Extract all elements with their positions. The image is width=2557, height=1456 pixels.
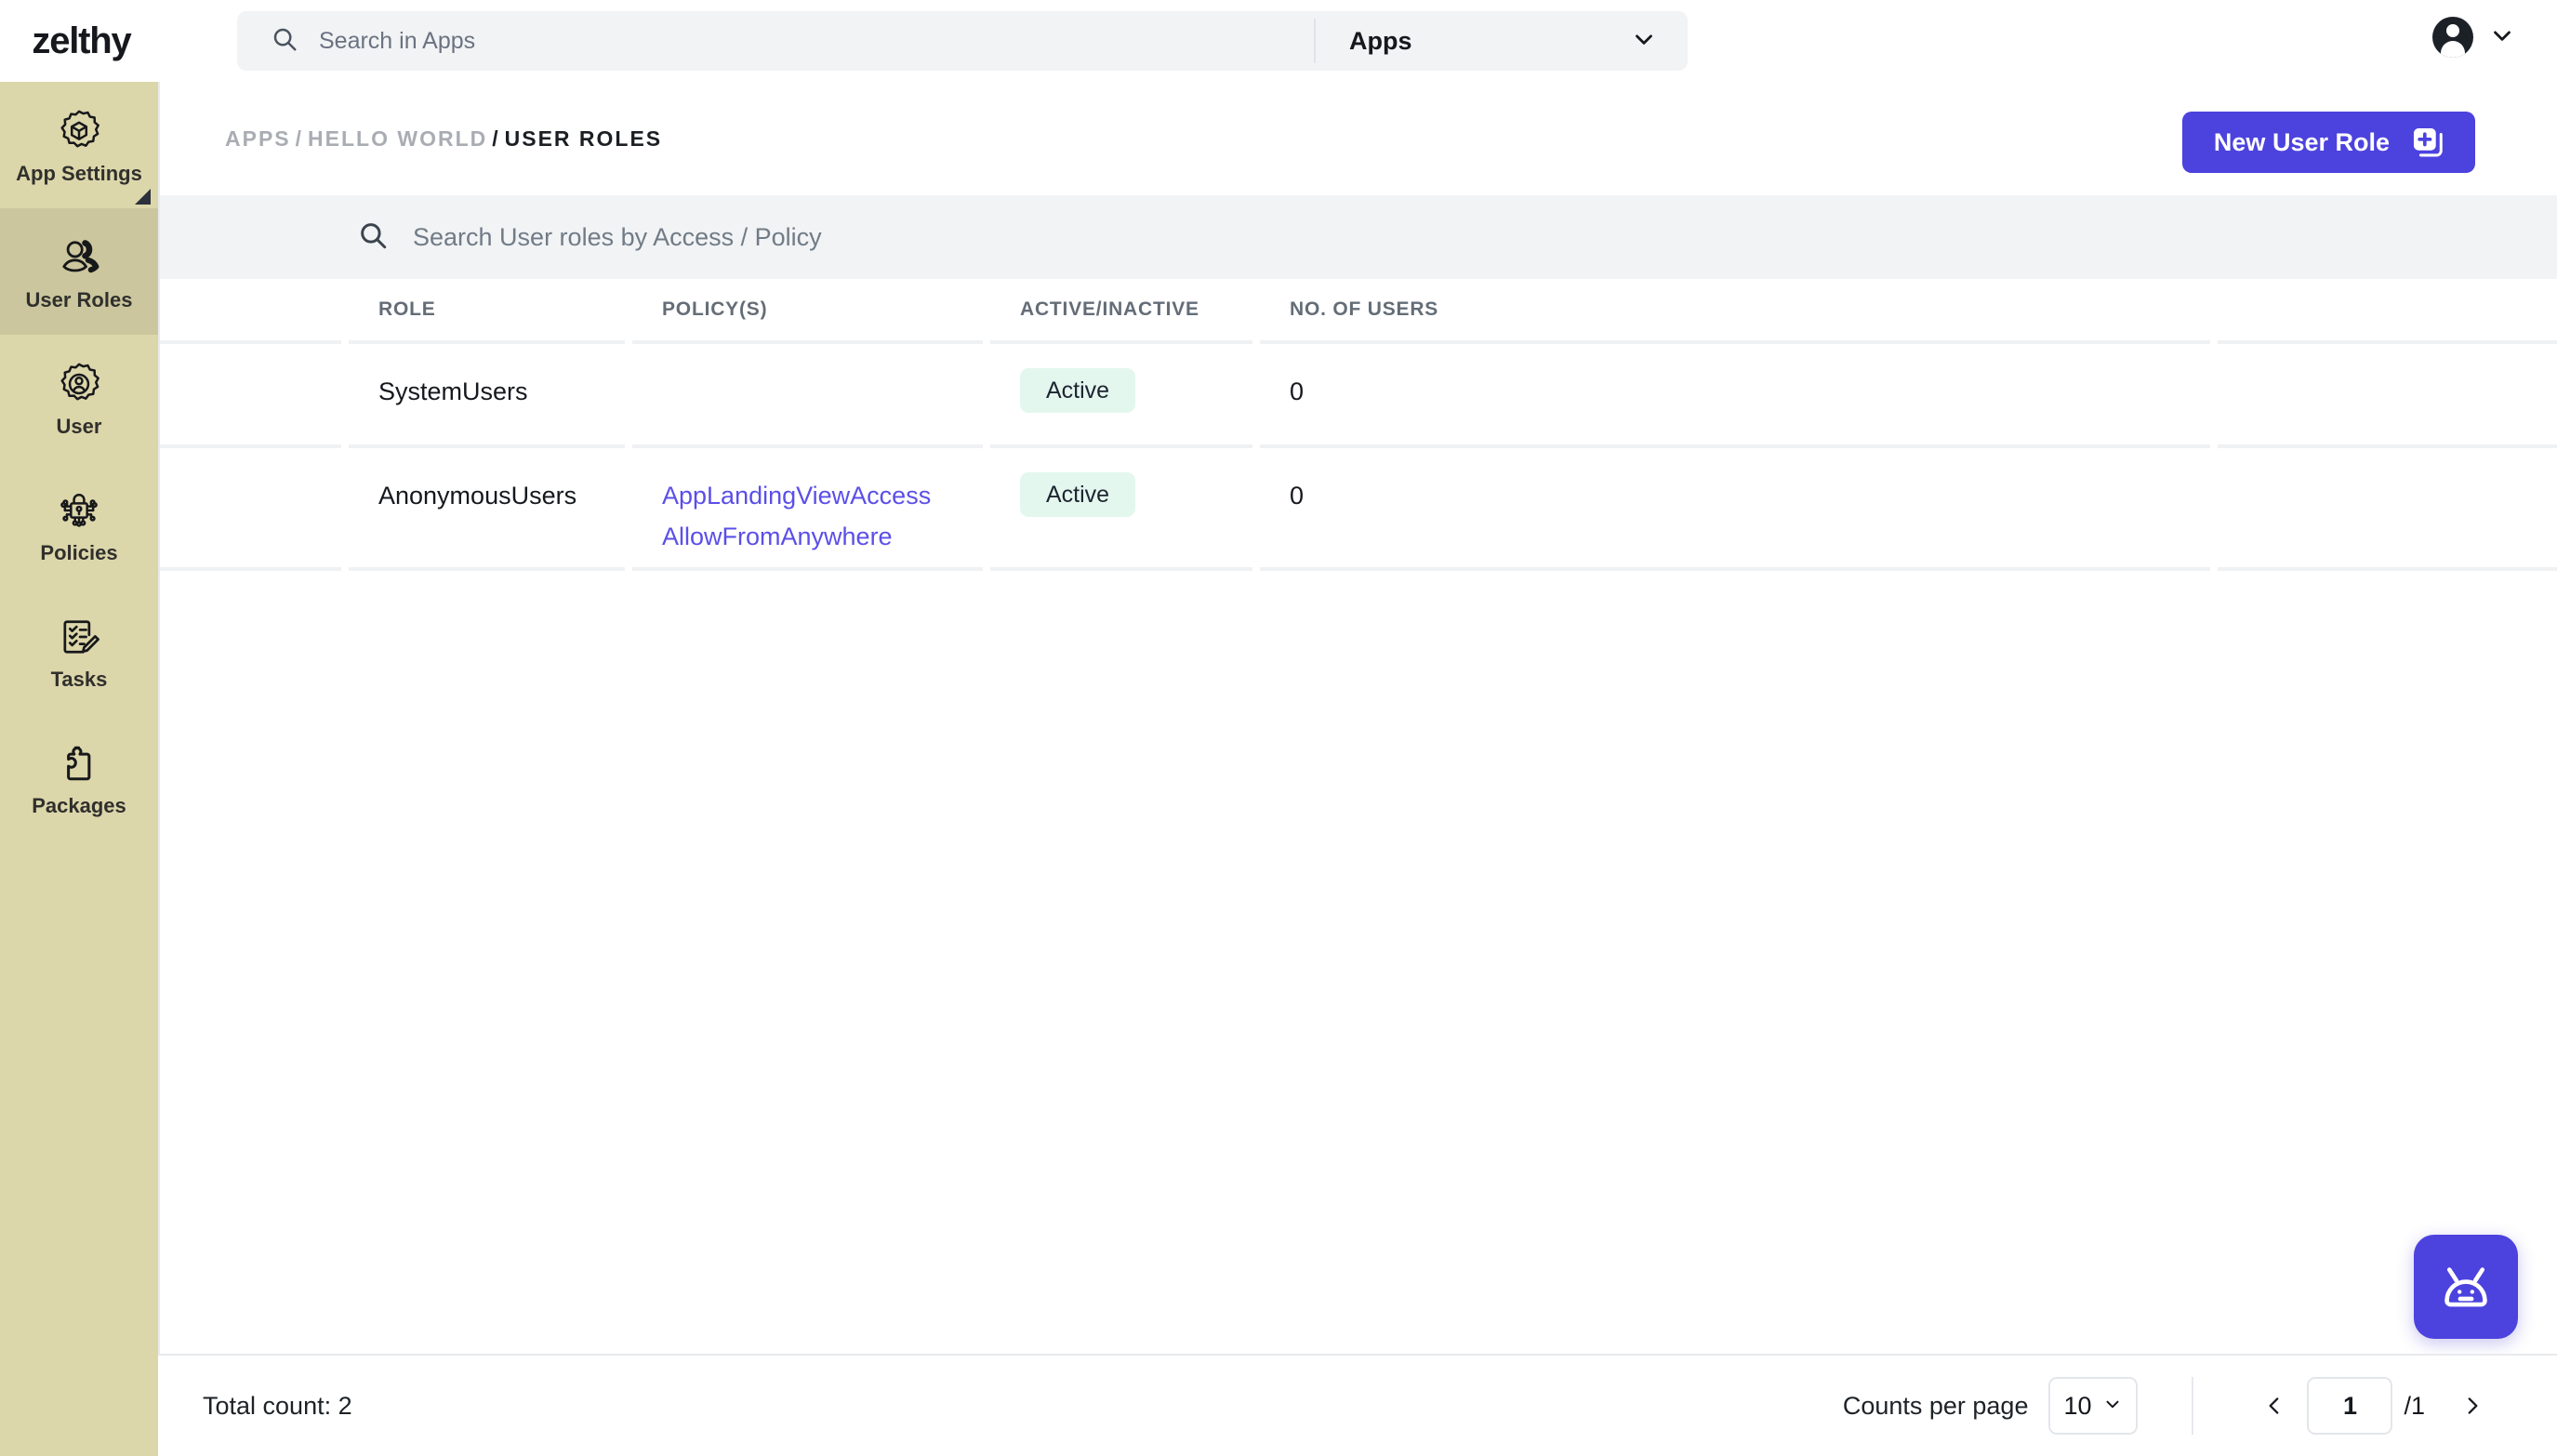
- chevron-down-icon: [2102, 1392, 2123, 1421]
- breadcrumb: APPS / HELLO WORLD / USER ROLES: [225, 126, 662, 152]
- robot-icon: [2444, 1267, 2487, 1307]
- total-pages-label: /1: [2404, 1391, 2425, 1420]
- sidebar-item-app-settings[interactable]: App Settings: [0, 82, 158, 208]
- sidebar-item-label: App Settings: [16, 161, 142, 185]
- sidebar-item-tasks[interactable]: Tasks: [0, 588, 158, 714]
- sidebar-item-packages[interactable]: Packages: [0, 714, 158, 841]
- sidebar-item-user-roles[interactable]: User Roles: [0, 208, 158, 335]
- counts-per-page-label: Counts per page: [1842, 1391, 2029, 1420]
- sidebar-item-label: User: [56, 414, 102, 438]
- top-bar: zelthy Apps: [0, 0, 2557, 82]
- search-icon: [357, 219, 389, 256]
- puzzle-piece-icon: [67, 746, 91, 780]
- gear-cube-icon: [60, 110, 99, 147]
- cell-user-count: 0: [1290, 377, 1305, 405]
- pagination-divider: [2192, 1377, 2194, 1435]
- checklist-pencil-icon: [63, 619, 99, 654]
- search-scope-label: Apps: [1349, 26, 1412, 55]
- sidebar-item-user[interactable]: User: [0, 335, 158, 461]
- sidebar-item-label: User Roles: [25, 287, 133, 311]
- column-header-status: ACTIVE/INACTIVE: [1020, 298, 1199, 320]
- table-footer: Total count: 2 Counts per page 10 1 /1: [158, 1354, 2557, 1456]
- table-search-input[interactable]: [413, 222, 1715, 252]
- breadcrumb-separator: /: [492, 126, 500, 151]
- users-group-icon: [62, 239, 99, 272]
- chevron-down-icon: [1630, 25, 1658, 58]
- sidebar-item-label: Tasks: [50, 667, 108, 691]
- search-scope-dropdown[interactable]: Apps: [1316, 11, 1688, 71]
- table-search-bar[interactable]: [160, 195, 2557, 279]
- new-user-role-button[interactable]: New User Role: [2181, 112, 2475, 173]
- sidebar-item-label: Packages: [32, 793, 126, 817]
- new-user-role-label: New User Role: [2213, 127, 2390, 156]
- table-header-row: ROLE POLICY(S) ACTIVE/INACTIVE NO. OF US…: [160, 279, 2557, 340]
- brand-logo[interactable]: zelthy: [0, 20, 163, 62]
- global-search-container: Apps: [237, 11, 1688, 71]
- cell-status: Active: [1020, 344, 1290, 413]
- counts-per-page-value: 10: [2063, 1391, 2092, 1420]
- status-badge: Active: [1020, 368, 1136, 413]
- sidebar-item-label: Policies: [40, 540, 118, 564]
- cell-user-count: 0: [1290, 482, 1305, 510]
- column-header-policy: POLICY(S): [662, 298, 768, 320]
- user-avatar-icon: [2432, 17, 2473, 58]
- main-content: APPS / HELLO WORLD / USER ROLES New User…: [158, 82, 2557, 1456]
- status-badge: Active: [1020, 472, 1136, 517]
- table-row[interactable]: AnonymousUsers AppLandingViewAccess Allo…: [160, 448, 2557, 567]
- global-search-field[interactable]: [237, 11, 1314, 71]
- counts-per-page-select[interactable]: 10: [2048, 1377, 2139, 1435]
- policy-link[interactable]: AppLandingViewAccess: [662, 480, 1020, 513]
- lock-network-icon: [60, 493, 98, 527]
- next-page-button[interactable]: [2445, 1379, 2499, 1433]
- pagination-controls: Counts per page 10 1 /1: [1843, 1377, 2499, 1435]
- sidebar-item-policies[interactable]: Policies: [0, 461, 158, 588]
- table-row[interactable]: SystemUsers Active 0: [160, 344, 2557, 444]
- chevron-down-icon: [2488, 21, 2516, 54]
- column-header-role: ROLE: [378, 298, 436, 320]
- gear-user-icon: [60, 363, 99, 400]
- sidebar: App Settings User Roles User Policies Ta…: [0, 82, 158, 1456]
- cell-policies: [662, 344, 1020, 376]
- page-number-input[interactable]: 1: [2307, 1377, 2393, 1435]
- breadcrumb-item-apps[interactable]: APPS: [225, 126, 291, 152]
- profile-menu[interactable]: [2432, 17, 2516, 58]
- policy-link[interactable]: AllowFromAnywhere: [662, 521, 1020, 554]
- bot-assistant-button[interactable]: [2414, 1235, 2518, 1339]
- cell-role: AnonymousUsers: [378, 482, 577, 510]
- breadcrumb-item-user-roles: USER ROLES: [504, 126, 663, 151]
- add-square-duplicate-icon: [2413, 127, 2443, 157]
- page-header: APPS / HELLO WORLD / USER ROLES New User…: [160, 82, 2557, 195]
- previous-page-button[interactable]: [2247, 1379, 2301, 1433]
- table-divider: [160, 444, 2557, 448]
- column-header-users: NO. OF USERS: [1290, 298, 1439, 320]
- cell-status: Active: [1020, 448, 1290, 517]
- breadcrumb-item-hello-world[interactable]: HELLO WORLD: [308, 126, 487, 152]
- breadcrumb-separator: /: [295, 126, 304, 151]
- table-divider: [160, 567, 2557, 571]
- table-divider: [160, 340, 2557, 344]
- search-icon: [271, 25, 298, 58]
- collapse-corner-icon[interactable]: [135, 189, 151, 205]
- cell-role: SystemUsers: [378, 377, 528, 405]
- total-count-label: Total count: 2: [203, 1391, 352, 1420]
- cell-policies: AppLandingViewAccess AllowFromAnywhere: [662, 448, 1020, 553]
- global-search-input[interactable]: [319, 27, 1238, 55]
